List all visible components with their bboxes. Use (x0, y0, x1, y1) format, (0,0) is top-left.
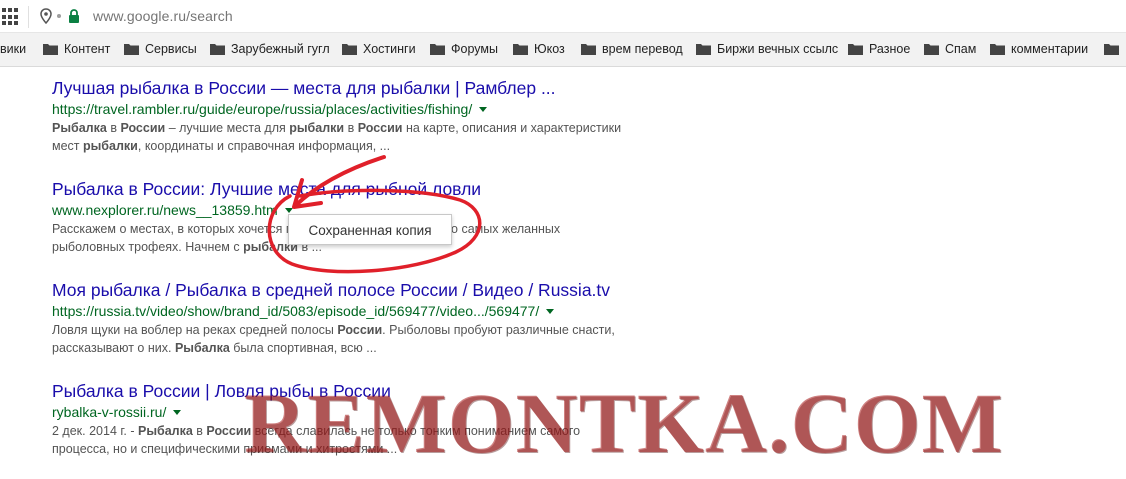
result-url-text: rybalka-v-rossii.ru/ (52, 404, 167, 420)
result-snippet: Ловля щуки на воблер на реках средней по… (52, 321, 692, 357)
snippet-text: была спортивная, всю ... (229, 341, 377, 355)
bookmark-folder[interactable]: комментарии (990, 41, 1088, 57)
bookmark-label: Хостинги (363, 42, 416, 56)
divider (28, 6, 29, 28)
bookmark-folder[interactable]: врем перевод (581, 41, 683, 57)
snippet-text: мест (52, 139, 83, 153)
folder-icon (342, 44, 357, 55)
result-title-link[interactable]: Лучшая рыбалка в России — места для рыба… (52, 77, 692, 99)
folder-icon (430, 44, 445, 55)
snippet-text: в (192, 424, 207, 438)
cached-copy-menu-item[interactable]: Сохраненная копия (288, 214, 452, 245)
snippet-highlight: рыбалки (289, 121, 345, 135)
snippet-highlight: России (337, 323, 383, 337)
folder-icon (848, 44, 863, 55)
bookmark-item[interactable]: вики (0, 41, 26, 57)
snippet-text: рассказывают о них. (52, 341, 175, 355)
bookmark-folder-overflow[interactable] (1104, 41, 1125, 57)
search-result: Моя рыбалка / Рыбалка в средней полосе Р… (52, 279, 692, 357)
bookmark-folder[interactable]: Контент (43, 41, 110, 57)
snippet-text: в (344, 121, 358, 135)
folder-icon (43, 44, 58, 55)
result-title-link[interactable]: Моя рыбалка / Рыбалка в средней полосе Р… (52, 279, 692, 301)
url-dropdown-caret-icon[interactable] (479, 107, 488, 112)
bookmark-label: Юкоз (534, 42, 565, 56)
snippet-highlight: России (357, 121, 403, 135)
folder-icon (513, 44, 528, 55)
bookmark-folder[interactable]: Юкоз (513, 41, 565, 57)
snippet-highlight: Рыбалка (52, 121, 107, 135)
snippet-line: Рыбалка в России – лучшие места для рыба… (52, 119, 692, 137)
bookmark-label: Спам (945, 42, 977, 56)
folder-icon (990, 44, 1005, 55)
address-bar: www.google.ru/search (0, 0, 1126, 33)
url-dropdown-caret-icon[interactable] (546, 309, 555, 314)
result-url-text: https://russia.tv/video/show/brand_id/50… (52, 303, 540, 319)
search-result: Лучшая рыбалка в России — места для рыба… (52, 77, 692, 155)
watermark: REMONTKA.COM (244, 375, 1004, 471)
folder-icon (124, 44, 139, 55)
separator-dot-icon (57, 14, 61, 18)
bookmark-folder[interactable]: Разное (848, 41, 910, 57)
bookmark-label: вики (0, 42, 27, 56)
snippet-text: . Рыболовы пробуют различные снасти, (382, 323, 615, 337)
bookmark-folder[interactable]: Биржи вечных ссылс (696, 41, 838, 57)
snippet-line: рассказывают о них. Рыбалка была спортив… (52, 339, 692, 357)
bookmarks-bar: вики Контент Сервисы Зарубежный гугл Хос… (0, 33, 1126, 67)
snippet-highlight: рыбалки (83, 139, 138, 153)
snippet-text: рыболовных трофеях. Начнем с (52, 240, 244, 254)
snippet-line: Ловля щуки на воблер на реках средней по… (52, 321, 692, 339)
bookmark-label: комментарии (1011, 42, 1089, 56)
bookmark-folder[interactable]: Сервисы (124, 41, 197, 57)
bookmark-label: Форумы (451, 42, 498, 56)
bookmark-label: врем перевод (602, 42, 683, 56)
apps-grid-icon[interactable] (2, 8, 20, 26)
url-input[interactable]: www.google.ru/search (93, 8, 233, 24)
bookmark-label: Сервисы (145, 42, 197, 56)
snippet-highlight: Рыбалка (174, 341, 230, 355)
result-title-link[interactable]: Рыбалка в России: Лучшие места для рыбно… (52, 178, 692, 200)
folder-icon (924, 44, 939, 55)
folder-icon (210, 44, 225, 55)
bookmark-folder[interactable]: Зарубежный гугл (210, 41, 330, 57)
snippet-highlight: России (120, 121, 166, 135)
result-snippet: Рыбалка в России – лучшие места для рыба… (52, 119, 692, 155)
snippet-highlight: Рыбалка (137, 424, 193, 438)
snippet-text: 2 дек. 2014 г. - (52, 424, 138, 438)
lock-icon[interactable] (68, 9, 80, 24)
result-url-text: https://travel.rambler.ru/guide/europe/r… (52, 101, 473, 117)
snippet-text: , координаты и справочная информация, ..… (137, 139, 391, 153)
bookmark-label: Зарубежный гугл (231, 42, 330, 56)
bookmark-folder[interactable]: Спам (924, 41, 976, 57)
snippet-text: на карте, описания и характеристики (402, 121, 622, 135)
location-pin-icon[interactable] (40, 8, 52, 24)
bookmark-folder[interactable]: Хостинги (342, 41, 416, 57)
bookmark-label: Разное (869, 42, 911, 56)
result-url: https://travel.rambler.ru/guide/europe/r… (52, 100, 692, 118)
result-url-text: www.nexplorer.ru/news__13859.htm (52, 202, 278, 218)
result-url: https://russia.tv/video/show/brand_id/50… (52, 302, 692, 320)
folder-icon (581, 44, 596, 55)
bookmark-label: Контент (64, 42, 111, 56)
bookmark-folder[interactable]: Форумы (430, 41, 498, 57)
snippet-text: – лучшие места для (165, 121, 290, 135)
snippet-text: Ловля щуки на воблер на реках средней по… (52, 323, 338, 337)
snippet-line: мест рыбалки, координаты и справочная ин… (52, 137, 692, 155)
folder-icon (696, 44, 711, 55)
url-dropdown-caret-icon[interactable] (173, 410, 182, 415)
url-dropdown-caret-icon[interactable] (284, 208, 293, 213)
bookmark-label: Биржи вечных ссылс (717, 42, 839, 56)
snippet-text: в (106, 121, 121, 135)
folder-icon (1104, 44, 1119, 55)
